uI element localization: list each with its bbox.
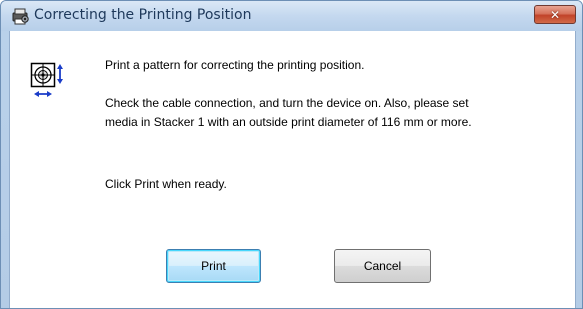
ready-prompt: Click Print when ready. xyxy=(105,177,227,191)
print-position-target-icon xyxy=(30,62,63,97)
dialog-body: Print a pattern for correcting the print… xyxy=(9,31,576,308)
window-title: Correcting the Printing Position xyxy=(34,7,252,23)
printer-gear-icon xyxy=(12,8,29,25)
close-button[interactable]: ✕ xyxy=(534,5,576,24)
title-bar[interactable]: Correcting the Printing Position ✕ xyxy=(1,1,582,31)
dialog-window: Correcting the Printing Position ✕ Print… xyxy=(0,0,583,309)
instruction-line-2: Check the cable connection, and turn the… xyxy=(105,96,469,110)
cancel-button[interactable]: Cancel xyxy=(334,249,431,283)
print-button[interactable]: Print xyxy=(166,249,261,283)
close-icon: ✕ xyxy=(549,7,561,22)
instruction-line-3: media in Stacker 1 with an outside print… xyxy=(105,115,472,129)
instruction-line-1: Print a pattern for correcting the print… xyxy=(105,58,365,72)
